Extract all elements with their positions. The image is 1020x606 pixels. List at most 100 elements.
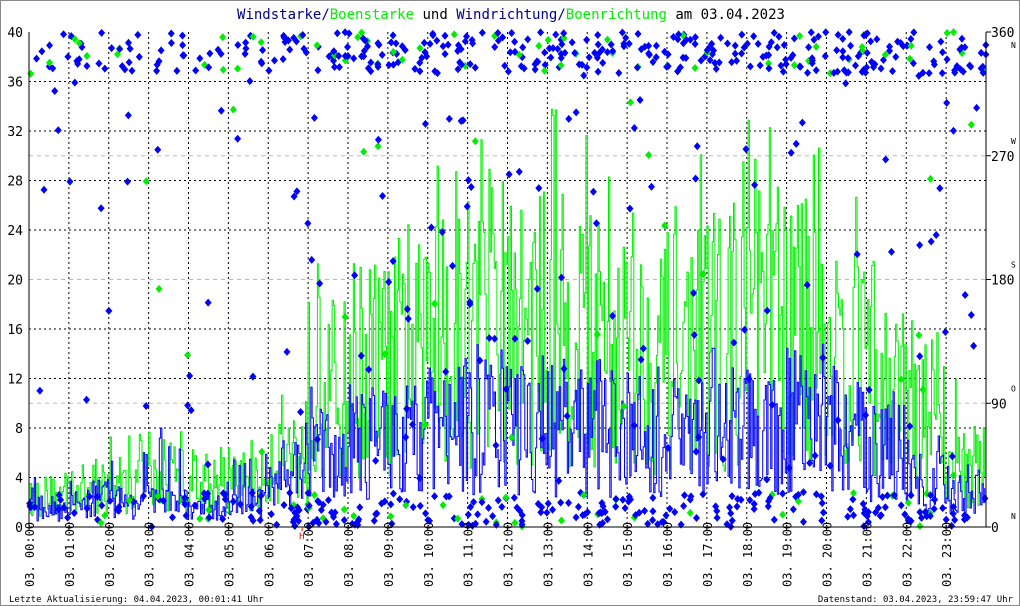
wind-direction-point	[389, 31, 397, 40]
wind-direction-point	[958, 34, 966, 43]
wind-direction-point	[439, 42, 447, 51]
wind-direction-point	[881, 503, 889, 512]
wind-direction-point	[594, 67, 602, 76]
wind-direction-point	[619, 495, 627, 504]
gust-direction-point	[374, 142, 382, 151]
wind-direction-point	[641, 506, 649, 515]
gust-direction-point	[691, 64, 699, 73]
wind-direction-point	[134, 30, 142, 39]
wind-direction-point	[95, 59, 103, 68]
wind-direction-point	[936, 184, 944, 193]
wind-direction-point	[731, 49, 739, 58]
wind-direction-point	[426, 39, 434, 48]
gust-direction-point	[544, 36, 552, 45]
wind-direction-point	[751, 180, 759, 189]
y2-tick-label: 180	[991, 274, 1014, 289]
wind-direction-point	[167, 39, 175, 48]
x-tick-label: 03. 22:00	[900, 522, 914, 587]
wind-direction-point	[652, 41, 660, 50]
gust-direction-point	[907, 41, 915, 50]
wind-direction-point	[932, 231, 940, 240]
x-tick-label: 03. 12:00	[502, 522, 516, 587]
wind-direction-point	[71, 78, 79, 87]
wind-direction-point	[126, 44, 134, 53]
wind-direction-point	[474, 510, 482, 519]
y-tick-label: 12	[7, 373, 23, 388]
y-tick-label: 40	[7, 26, 23, 41]
wind-direction-point	[433, 36, 441, 45]
x-tick-label: 03. 05:00	[222, 522, 236, 587]
wind-direction-point	[927, 237, 935, 246]
y-tick-label: 32	[7, 125, 23, 140]
gust-direction-point	[234, 64, 242, 73]
gust-direction-point	[812, 42, 820, 51]
gust-direction-point	[915, 331, 923, 340]
gust-direction-point	[360, 147, 368, 156]
chart-svg: Windstarke/Boenstarke und Windrichtung/B…	[7, 7, 1016, 605]
wind-direction-point	[649, 507, 657, 516]
wind-direction-point	[939, 48, 947, 57]
wind-direction-point	[108, 44, 116, 53]
footer-data-status: Datenstand: 03.04.2023, 23:59:47 Uhr	[818, 595, 1014, 605]
wind-direction-point	[357, 351, 365, 360]
gust-direction-point	[229, 105, 237, 114]
wind-direction-point	[967, 311, 975, 320]
wind-direction-point	[970, 341, 978, 350]
wind-direction-point	[779, 489, 787, 498]
wind-direction-point	[420, 38, 428, 47]
wind-direction-point	[206, 49, 214, 58]
wind-direction-point	[478, 28, 486, 37]
wind-direction-point	[125, 58, 133, 67]
wind-direction-point	[844, 512, 852, 521]
gust-direction-point	[184, 351, 192, 360]
gust-direction-point	[341, 312, 349, 321]
wind-direction-point	[105, 306, 113, 315]
wind-direction-point	[297, 407, 305, 416]
title-part: /	[321, 7, 329, 23]
x-tick-label: 03. 16:00	[661, 522, 675, 587]
x-tick-label: 03. 19:00	[781, 522, 795, 587]
wind-direction-point	[750, 504, 758, 513]
y-tick-label: 4	[15, 472, 23, 487]
wind-direction-point	[304, 219, 312, 228]
wind-direction-point	[508, 28, 516, 37]
direction-label: N	[1011, 512, 1016, 521]
wind-direction-point	[680, 491, 688, 500]
x-tick-label: 03. 09:00	[382, 522, 396, 587]
wind-direction-point	[807, 28, 815, 37]
wind-direction-point	[344, 42, 352, 51]
gust-direction-point	[949, 28, 957, 37]
wind-direction-point	[594, 31, 602, 40]
gust-direction-point	[219, 65, 227, 74]
wind-direction-point	[649, 493, 657, 502]
wind-direction-point	[756, 61, 764, 70]
wind-direction-point	[765, 64, 773, 73]
x-tick-label: 03. 06:00	[262, 522, 276, 587]
chart-title: Windstarke/Boenstarke und Windrichtung/B…	[237, 7, 785, 23]
y-tick-label: 28	[7, 175, 23, 190]
wind-direction-point	[754, 39, 762, 48]
y2-tick-label: 360	[991, 26, 1014, 41]
wind-direction-point	[505, 170, 513, 179]
wind-direction-point	[537, 28, 545, 37]
wind-direction-point	[925, 69, 933, 78]
wind-direction-point	[634, 29, 642, 38]
gust-direction-point	[416, 44, 424, 53]
wind-direction-point	[850, 511, 858, 520]
wind-direction-point	[715, 58, 723, 67]
x-tick-label: 03. 11:00	[462, 522, 476, 587]
wind-direction-point	[724, 39, 732, 48]
wind-direction-point	[763, 306, 771, 315]
wind-direction-point	[124, 111, 132, 120]
wind-direction-point	[356, 503, 364, 512]
wind-direction-point	[464, 510, 472, 519]
y-tick-label: 20	[7, 274, 23, 289]
wind-direction-point	[882, 155, 890, 164]
wind-direction-point	[812, 66, 820, 75]
x-tick-label: 03. 00:00	[23, 522, 37, 587]
wind-direction-point	[541, 48, 549, 57]
wind-direction-point	[746, 62, 754, 71]
gust-direction-point	[258, 447, 266, 456]
wind-direction-point	[441, 31, 449, 40]
wind-direction-point	[886, 42, 894, 51]
